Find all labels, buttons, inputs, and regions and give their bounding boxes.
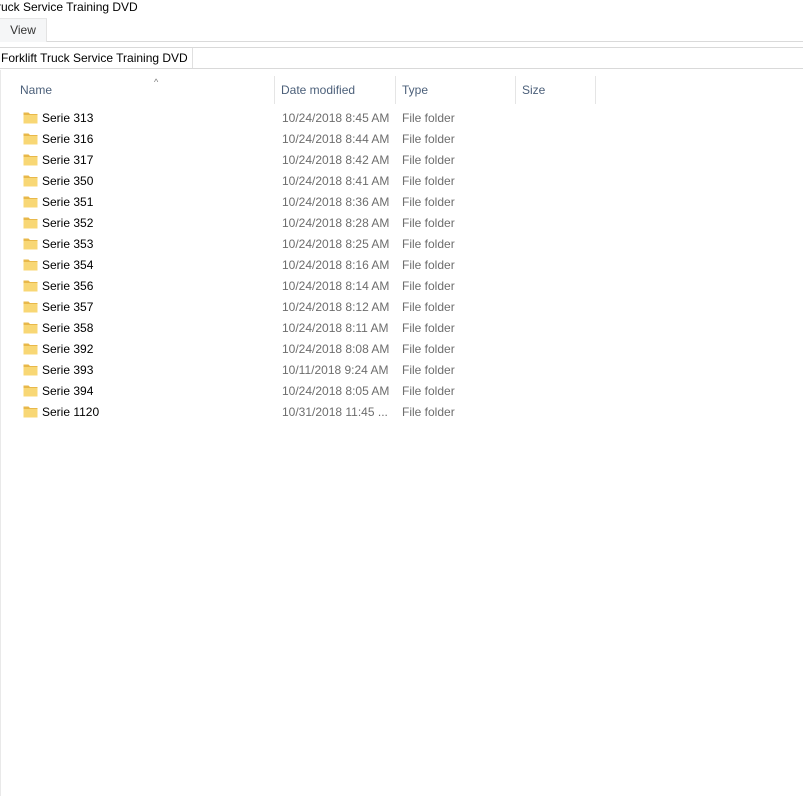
file-type: File folder	[402, 216, 455, 230]
file-date-modified: 10/24/2018 8:05 AM	[282, 384, 390, 398]
folder-icon	[23, 133, 38, 145]
file-row[interactable]: Serie 356 10/24/2018 8:14 AM File folder	[1, 276, 596, 297]
file-row[interactable]: Serie 353 10/24/2018 8:25 AM File folder	[1, 234, 596, 255]
file-date-modified: 10/11/2018 9:24 AM	[282, 363, 389, 377]
file-date-modified: 10/24/2018 8:11 AM	[282, 321, 389, 335]
file-type: File folder	[402, 342, 455, 356]
file-row[interactable]: Serie 357 10/24/2018 8:12 AM File folder	[1, 297, 596, 318]
file-date-modified: 10/24/2018 8:25 AM	[282, 237, 390, 251]
file-row[interactable]: Serie 351 10/24/2018 8:36 AM File folder	[1, 192, 596, 213]
file-type: File folder	[402, 195, 455, 209]
file-date-modified: 10/24/2018 8:08 AM	[282, 342, 390, 356]
file-type: File folder	[402, 405, 455, 419]
file-type: File folder	[402, 321, 455, 335]
file-date-modified: 10/24/2018 8:44 AM	[282, 132, 390, 146]
file-row[interactable]: Serie 1120 10/31/2018 11:45 ... File fol…	[1, 402, 596, 423]
folder-icon	[23, 238, 38, 250]
file-type: File folder	[402, 111, 455, 125]
folder-icon	[23, 343, 38, 355]
file-type: File folder	[402, 300, 455, 314]
folder-icon	[23, 406, 38, 418]
file-row[interactable]: Serie 394 10/24/2018 8:05 AM File folder	[1, 381, 596, 402]
file-row[interactable]: Serie 393 10/11/2018 9:24 AM File folder	[1, 360, 596, 381]
sort-ascending-icon: ^	[154, 77, 159, 87]
file-row[interactable]: Serie 350 10/24/2018 8:41 AM File folder	[1, 171, 596, 192]
file-row[interactable]: Serie 317 10/24/2018 8:42 AM File folder	[1, 150, 596, 171]
column-header-row: Name ^ Date modified Type Size	[1, 76, 596, 104]
folder-icon	[23, 217, 38, 229]
file-name: Serie 354	[42, 258, 94, 272]
file-row[interactable]: Serie 352 10/24/2018 8:28 AM File folder	[1, 213, 596, 234]
file-date-modified: 10/24/2018 8:16 AM	[282, 258, 390, 272]
file-rows: Serie 313 10/24/2018 8:45 AM File folder…	[1, 108, 803, 423]
file-name: Serie 313	[42, 111, 94, 125]
file-name: Serie 351	[42, 195, 94, 209]
file-type: File folder	[402, 384, 455, 398]
file-row[interactable]: Serie 358 10/24/2018 8:11 AM File folder	[1, 318, 596, 339]
folder-icon	[23, 154, 38, 166]
address-bar[interactable]: Forklift Truck Service Training DVD	[0, 47, 803, 69]
folder-icon	[23, 196, 38, 208]
file-date-modified: 10/24/2018 8:12 AM	[282, 300, 390, 314]
file-date-modified: 10/24/2018 8:36 AM	[282, 195, 390, 209]
file-name: Serie 356	[42, 279, 94, 293]
file-name: Serie 353	[42, 237, 94, 251]
file-list[interactable]: Name ^ Date modified Type Size Serie 313…	[0, 70, 803, 796]
file-name: Serie 316	[42, 132, 94, 146]
column-header-name[interactable]: Name ^	[14, 76, 275, 104]
file-row[interactable]: Serie 392 10/24/2018 8:08 AM File folder	[1, 339, 596, 360]
address-breadcrumb-segment[interactable]: Forklift Truck Service Training DVD	[0, 48, 193, 68]
folder-icon	[23, 385, 38, 397]
file-row[interactable]: Serie 354 10/24/2018 8:16 AM File folder	[1, 255, 596, 276]
file-type: File folder	[402, 258, 455, 272]
file-row[interactable]: Serie 313 10/24/2018 8:45 AM File folder	[1, 108, 596, 129]
file-name: Serie 393	[42, 363, 94, 377]
folder-icon	[23, 280, 38, 292]
folder-icon	[23, 322, 38, 334]
file-type: File folder	[402, 237, 455, 251]
ribbon: View	[0, 18, 803, 42]
column-header-name-label: Name	[20, 83, 53, 97]
file-type: File folder	[402, 132, 455, 146]
file-name: Serie 394	[42, 384, 94, 398]
column-header-size[interactable]: Size	[516, 76, 596, 104]
file-name: Serie 392	[42, 342, 94, 356]
file-type: File folder	[402, 174, 455, 188]
file-date-modified: 10/31/2018 11:45 ...	[282, 405, 388, 419]
file-name: Serie 317	[42, 153, 94, 167]
file-name: Serie 358	[42, 321, 94, 335]
title-bar: ruck Service Training DVD	[0, 0, 803, 18]
file-name: Serie 1120	[42, 405, 100, 419]
file-type: File folder	[402, 363, 455, 377]
file-date-modified: 10/24/2018 8:41 AM	[282, 174, 390, 188]
file-row[interactable]: Serie 316 10/24/2018 8:44 AM File folder	[1, 129, 596, 150]
folder-icon	[23, 364, 38, 376]
file-type: File folder	[402, 279, 455, 293]
column-header-type[interactable]: Type	[396, 76, 516, 104]
file-date-modified: 10/24/2018 8:45 AM	[282, 111, 390, 125]
folder-icon	[23, 112, 38, 124]
folder-icon	[23, 301, 38, 313]
file-name: Serie 350	[42, 174, 94, 188]
folder-icon	[23, 259, 38, 271]
window-title: ruck Service Training DVD	[0, 0, 138, 14]
file-date-modified: 10/24/2018 8:42 AM	[282, 153, 390, 167]
file-name: Serie 357	[42, 300, 94, 314]
ribbon-tab-view[interactable]: View	[0, 18, 47, 42]
file-type: File folder	[402, 153, 455, 167]
folder-icon	[23, 175, 38, 187]
file-date-modified: 10/24/2018 8:28 AM	[282, 216, 390, 230]
file-date-modified: 10/24/2018 8:14 AM	[282, 279, 390, 293]
column-header-date-modified[interactable]: Date modified	[275, 76, 396, 104]
file-name: Serie 352	[42, 216, 94, 230]
